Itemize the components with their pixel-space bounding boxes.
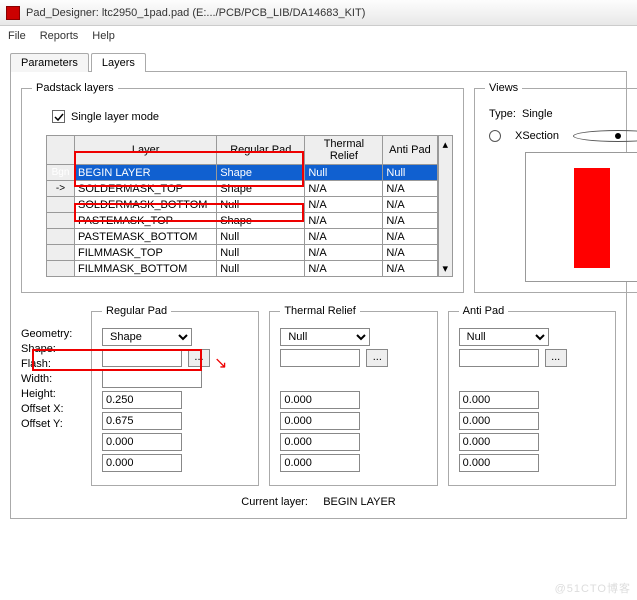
- label-column: Geometry: Shape: Flash: Width: Height: O…: [21, 305, 81, 486]
- width-input[interactable]: [102, 391, 182, 409]
- padstack-layers-group: Padstack layers Single layer mode Layer …: [21, 82, 464, 293]
- anti-select[interactable]: Null: [459, 328, 549, 346]
- table-row[interactable]: Bgn BEGIN LAYERShapeNullNull: [47, 165, 438, 181]
- views-legend: Views: [485, 82, 522, 94]
- menu-reports[interactable]: Reports: [40, 30, 79, 42]
- radio-xsection[interactable]: [489, 130, 501, 142]
- regular-pad-group: Regular Pad Shape ... ↘: [91, 305, 259, 486]
- layer-table[interactable]: Layer Regular Pad Thermal Relief Anti Pa…: [46, 135, 438, 277]
- anti-height[interactable]: [459, 412, 539, 430]
- single-layer-mode-label: Single layer mode: [71, 111, 159, 123]
- geometry-select[interactable]: Shape: [102, 328, 192, 346]
- thermal-offx[interactable]: [280, 433, 360, 451]
- shape-browse-button[interactable]: ...: [188, 349, 210, 367]
- offsety-input[interactable]: [102, 454, 182, 472]
- anti-pad-group: Anti Pad Null ...: [448, 305, 616, 486]
- single-layer-mode-checkbox[interactable]: [52, 110, 65, 123]
- title-bar: Pad_Designer: ltc2950_1pad.pad (E:.../PC…: [0, 0, 637, 26]
- thermal-select[interactable]: Null: [280, 328, 370, 346]
- menu-help[interactable]: Help: [92, 30, 115, 42]
- window-title: Pad_Designer: ltc2950_1pad.pad (E:.../PC…: [26, 7, 365, 19]
- anti-width[interactable]: [459, 391, 539, 409]
- padstack-legend: Padstack layers: [32, 82, 118, 94]
- thermal-offy[interactable]: [280, 454, 360, 472]
- layer-table-wrap: Layer Regular Pad Thermal Relief Anti Pa…: [46, 135, 453, 277]
- pad-shape-preview: [574, 168, 610, 268]
- watermark: @51CTO博客: [555, 580, 631, 596]
- tab-parameters[interactable]: Parameters: [10, 53, 89, 72]
- table-vscrollbar[interactable]: ▴ ▾: [438, 135, 453, 277]
- thermal-browse-button[interactable]: ...: [366, 349, 388, 367]
- col-anti[interactable]: Anti Pad: [383, 136, 437, 165]
- menu-file[interactable]: File: [8, 30, 26, 42]
- height-input[interactable]: [102, 412, 182, 430]
- radio-top[interactable]: [573, 130, 637, 142]
- current-layer-line: Current layer: BEGIN LAYER: [21, 496, 616, 508]
- table-row[interactable]: SOLDERMASK_BOTTOMNullN/AN/A: [47, 197, 438, 213]
- annotation-arrow-icon: ↘: [214, 353, 227, 373]
- table-row[interactable]: PASTEMASK_BOTTOMNullN/AN/A: [47, 229, 438, 245]
- table-row[interactable]: FILMMASK_BOTTOMNullN/AN/A: [47, 261, 438, 277]
- offsetx-input[interactable]: [102, 433, 182, 451]
- col-layer[interactable]: Layer: [75, 136, 217, 165]
- shape-input[interactable]: [102, 349, 182, 367]
- layers-panel: Padstack layers Single layer mode Layer …: [10, 71, 627, 519]
- thermal-relief-group: Thermal Relief Null ...: [269, 305, 437, 486]
- tab-layers[interactable]: Layers: [91, 53, 146, 72]
- tab-strip: Parameters Layers: [10, 53, 627, 72]
- col-thermal[interactable]: Thermal Relief: [305, 136, 383, 165]
- table-row[interactable]: FILMMASK_TOPNullN/AN/A: [47, 245, 438, 261]
- views-group: Views Type: Single XSection Top: [474, 82, 637, 293]
- scroll-down-icon[interactable]: ▾: [439, 260, 452, 276]
- anti-offy[interactable]: [459, 454, 539, 472]
- table-row[interactable]: ->SOLDERMASK_TOPShapeN/AN/A: [47, 181, 438, 197]
- thermal-height[interactable]: [280, 412, 360, 430]
- anti-browse-button[interactable]: ...: [545, 349, 567, 367]
- thermal-input[interactable]: [280, 349, 360, 367]
- col-regular[interactable]: Regular Pad: [217, 136, 305, 165]
- menu-bar: File Reports Help: [0, 26, 637, 46]
- app-icon: [6, 6, 20, 20]
- thermal-width[interactable]: [280, 391, 360, 409]
- anti-offx[interactable]: [459, 433, 539, 451]
- flash-input[interactable]: [102, 370, 202, 388]
- scroll-up-icon[interactable]: ▴: [439, 136, 452, 152]
- pad-preview: [525, 152, 637, 282]
- anti-input[interactable]: [459, 349, 539, 367]
- table-row[interactable]: PASTEMASK_TOPShapeN/AN/A: [47, 213, 438, 229]
